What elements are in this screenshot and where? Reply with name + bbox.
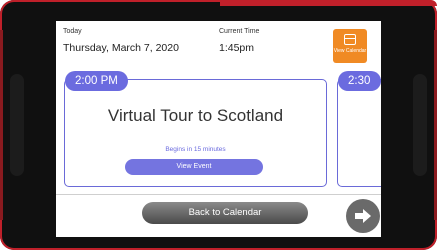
today-date: Thursday, March 7, 2020 (63, 42, 179, 54)
back-to-calendar-button[interactable]: Back to Calendar (142, 202, 308, 224)
view-calendar-label: View Calendar (333, 48, 367, 54)
view-calendar-button[interactable]: View Calendar (333, 29, 367, 63)
current-time-value: 1:45pm (219, 42, 255, 54)
device-top-trim (220, 0, 437, 6)
today-label: Today (63, 28, 82, 35)
next-event-time-badge: 2:30 PM (338, 71, 381, 107)
footer-divider (56, 194, 381, 195)
app-screen: Today Thursday, March 7, 2020 Current Ti… (56, 21, 381, 237)
next-button[interactable] (346, 199, 380, 233)
event-card[interactable]: Virtual Tour to Scotland Begins in 15 mi… (64, 79, 327, 187)
current-time-label: Current Time (219, 28, 260, 35)
event-title: Virtual Tour to Scotland (107, 106, 284, 125)
event-time-badge: 2:00 PM (65, 71, 128, 91)
arrow-right-icon (355, 209, 371, 223)
device-left-trim (0, 30, 3, 220)
tablet-frame: Today Thursday, March 7, 2020 Current Ti… (0, 0, 437, 250)
device-left-grip (10, 74, 24, 176)
device-right-grip (413, 74, 427, 176)
event-begins-text: Begins in 15 minutes (165, 146, 226, 153)
calendar-icon (344, 34, 356, 45)
view-event-button[interactable]: View Event (125, 159, 263, 175)
